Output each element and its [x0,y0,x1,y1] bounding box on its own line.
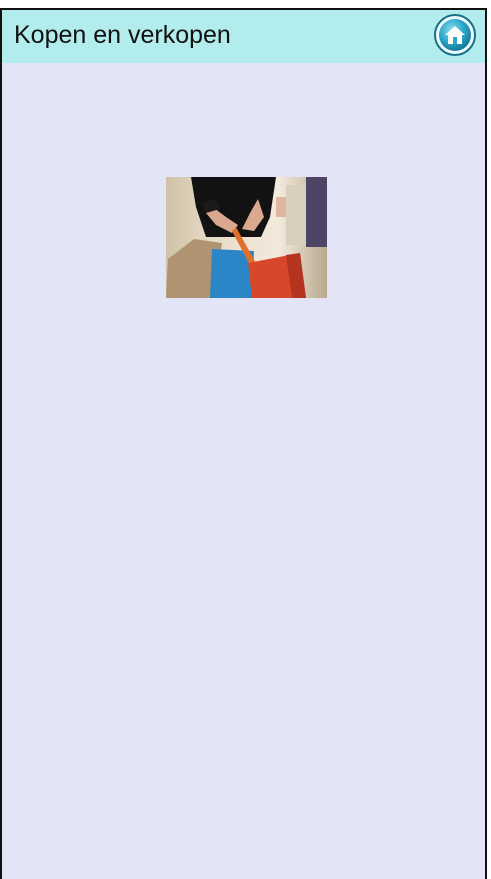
home-button[interactable] [433,13,477,57]
app-screen: Kopen en verkopen [0,8,487,879]
home-icon [434,14,476,56]
header-bar: Kopen en verkopen [2,10,485,63]
page-title: Kopen en verkopen [14,21,231,49]
shopping-bags-photo [166,177,327,298]
